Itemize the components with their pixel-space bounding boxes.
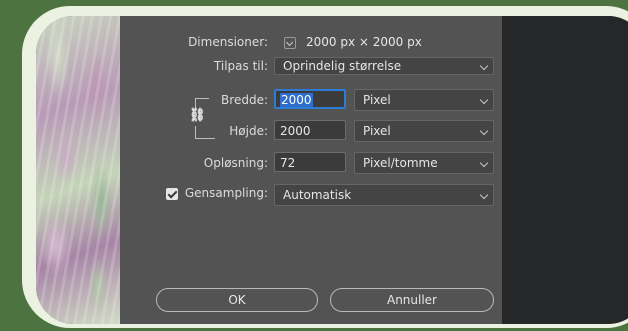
resample-checkbox[interactable] [166,188,178,200]
chain-link-icon[interactable]: ⛓ [189,109,206,123]
link-bracket-top-h [195,98,209,99]
dimensions-label: Dimensioner: [188,35,268,49]
width-value: 2000 [280,93,313,107]
resolution-unit-select[interactable]: Pixel/tomme [354,152,494,174]
dimensions-value: 2000 px × 2000 px [306,35,422,49]
chevron-down-icon [479,158,489,168]
width-unit-value: Pixel [363,93,391,107]
resolution-value: 72 [280,156,296,170]
side-panel [502,16,628,324]
chevron-down-icon [479,126,489,136]
cancel-button[interactable]: Annuller [330,288,494,312]
link-bracket-bottom [195,126,196,138]
image-size-dialog: Dimensioner: 2000 px × 2000 px Tilpas ti… [120,16,502,324]
fit-to-value: Oprindelig størrelse [283,59,402,73]
height-unit-value: Pixel [363,124,391,138]
screen: Dimensioner: 2000 px × 2000 px Tilpas ti… [36,16,628,324]
width-unit-select[interactable]: Pixel [354,89,494,111]
resolution-label: Opløsning: [203,156,268,170]
resample-label: Gensampling: [184,186,268,200]
checkmark-icon [167,188,178,199]
height-input[interactable]: 2000 [274,120,346,140]
width-input[interactable]: 2000 [274,89,346,109]
height-label: Højde: [229,124,268,138]
height-unit-select[interactable]: Pixel [354,120,494,142]
height-value: 2000 [280,124,311,138]
chevron-down-icon [285,38,294,47]
chevron-down-icon [479,61,489,71]
chevron-down-icon [479,95,489,105]
resolution-input[interactable]: 72 [274,152,346,172]
fit-to-select[interactable]: Oprindelig størrelse [274,57,494,75]
canvas-image-preview [36,16,120,324]
resolution-unit-value: Pixel/tomme [363,156,438,170]
dimensions-toggle[interactable] [284,37,296,49]
resample-value: Automatisk [283,188,352,202]
ok-button[interactable]: OK [156,288,318,312]
resample-select[interactable]: Automatisk [274,184,494,206]
link-bracket-bottom-h [195,138,215,139]
chevron-down-icon [479,190,489,200]
fit-to-label: Tilpas til: [213,59,268,73]
width-label: Bredde: [221,93,268,107]
